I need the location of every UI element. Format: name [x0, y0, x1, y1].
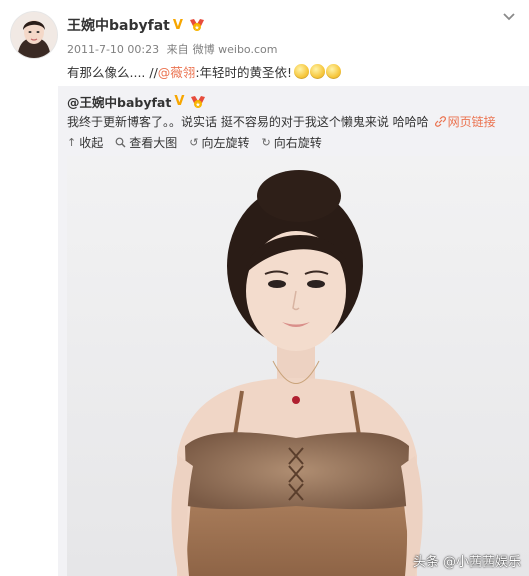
- repost-author-name[interactable]: @王婉中babyfat: [67, 92, 171, 111]
- post-author: 王婉中babyfat V ★: [67, 15, 205, 35]
- rotate-right-label: 向右旋转: [273, 136, 322, 150]
- rotate-left-icon: ↺: [189, 136, 199, 149]
- repost-box: @王婉中babyfat V ★ 我终于更新博客了。。说实话 挺不容易的对于我这个…: [58, 86, 529, 576]
- portrait-photo: [67, 156, 529, 576]
- view-large-label: 查看大图: [129, 136, 178, 150]
- source-prefix: 来自: [166, 43, 189, 56]
- medal-icon[interactable]: ★: [189, 18, 205, 32]
- link-icon: [434, 116, 446, 127]
- repost-author: @王婉中babyfat V ★: [67, 92, 206, 111]
- post-timestamp[interactable]: 2011-7-10 00:23: [67, 43, 159, 56]
- rotate-left-label: 向左旋转: [201, 136, 250, 150]
- rotate-left-button[interactable]: ↺ 向左旋转: [189, 134, 249, 151]
- clap-emoji-icon: [294, 64, 310, 79]
- view-large-button[interactable]: 查看大图: [115, 134, 177, 151]
- post-content: 有那么像么.... //@薇翎:年轻时的黄圣依!: [67, 62, 342, 81]
- verified-v-icon[interactable]: V: [173, 19, 186, 32]
- web-link[interactable]: 网页链接: [434, 113, 496, 130]
- avatar[interactable]: [11, 12, 57, 58]
- post-text-after: :年轻时的黄圣依!: [195, 65, 293, 80]
- emoji-group: [294, 64, 342, 79]
- collapse-label: 收起: [79, 136, 104, 150]
- rotate-right-icon: ↻: [261, 136, 271, 149]
- clap-emoji-icon: [326, 64, 342, 79]
- avatar-portrait-icon: [11, 12, 57, 58]
- weibo-post: 王婉中babyfat V ★ 2011-7-10 00:23 来自 微博 weib…: [0, 0, 529, 576]
- repost-body: 我终于更新博客了。。说实话 挺不容易的对于我这个懒鬼来说 哈哈哈: [67, 115, 429, 129]
- clap-emoji-icon: [310, 64, 326, 79]
- collapse-button[interactable]: ↑ 收起: [67, 134, 103, 151]
- mention-link[interactable]: @薇翎: [158, 62, 196, 81]
- post-text-before: 有那么像么.... //: [67, 65, 158, 80]
- web-link-label: 网页链接: [447, 115, 496, 129]
- image-toolbar: ↑ 收起 查看大图 ↺ 向左旋转 ↻ 向右旋转: [67, 134, 334, 151]
- arrow-up-icon: ↑: [67, 136, 77, 149]
- chevron-down-icon[interactable]: [502, 12, 516, 22]
- verified-v-icon[interactable]: V: [174, 95, 187, 108]
- svg-text:★: ★: [196, 101, 201, 108]
- rotate-right-button[interactable]: ↻ 向右旋转: [261, 134, 321, 151]
- watermark: 头条 @小茜茜娱乐: [412, 555, 521, 570]
- attached-photo[interactable]: [67, 156, 529, 576]
- post-source[interactable]: 微博 weibo.com: [193, 43, 278, 56]
- repost-text: 我终于更新博客了。。说实话 挺不容易的对于我这个懒鬼来说 哈哈哈 网页链接: [67, 113, 496, 130]
- author-name[interactable]: 王婉中babyfat: [67, 15, 170, 35]
- post-meta: 2011-7-10 00:23 来自 微博 weibo.com: [67, 41, 281, 57]
- svg-text:★: ★: [194, 25, 199, 32]
- magnifier-icon: [115, 137, 126, 148]
- medal-icon[interactable]: ★: [190, 95, 206, 109]
